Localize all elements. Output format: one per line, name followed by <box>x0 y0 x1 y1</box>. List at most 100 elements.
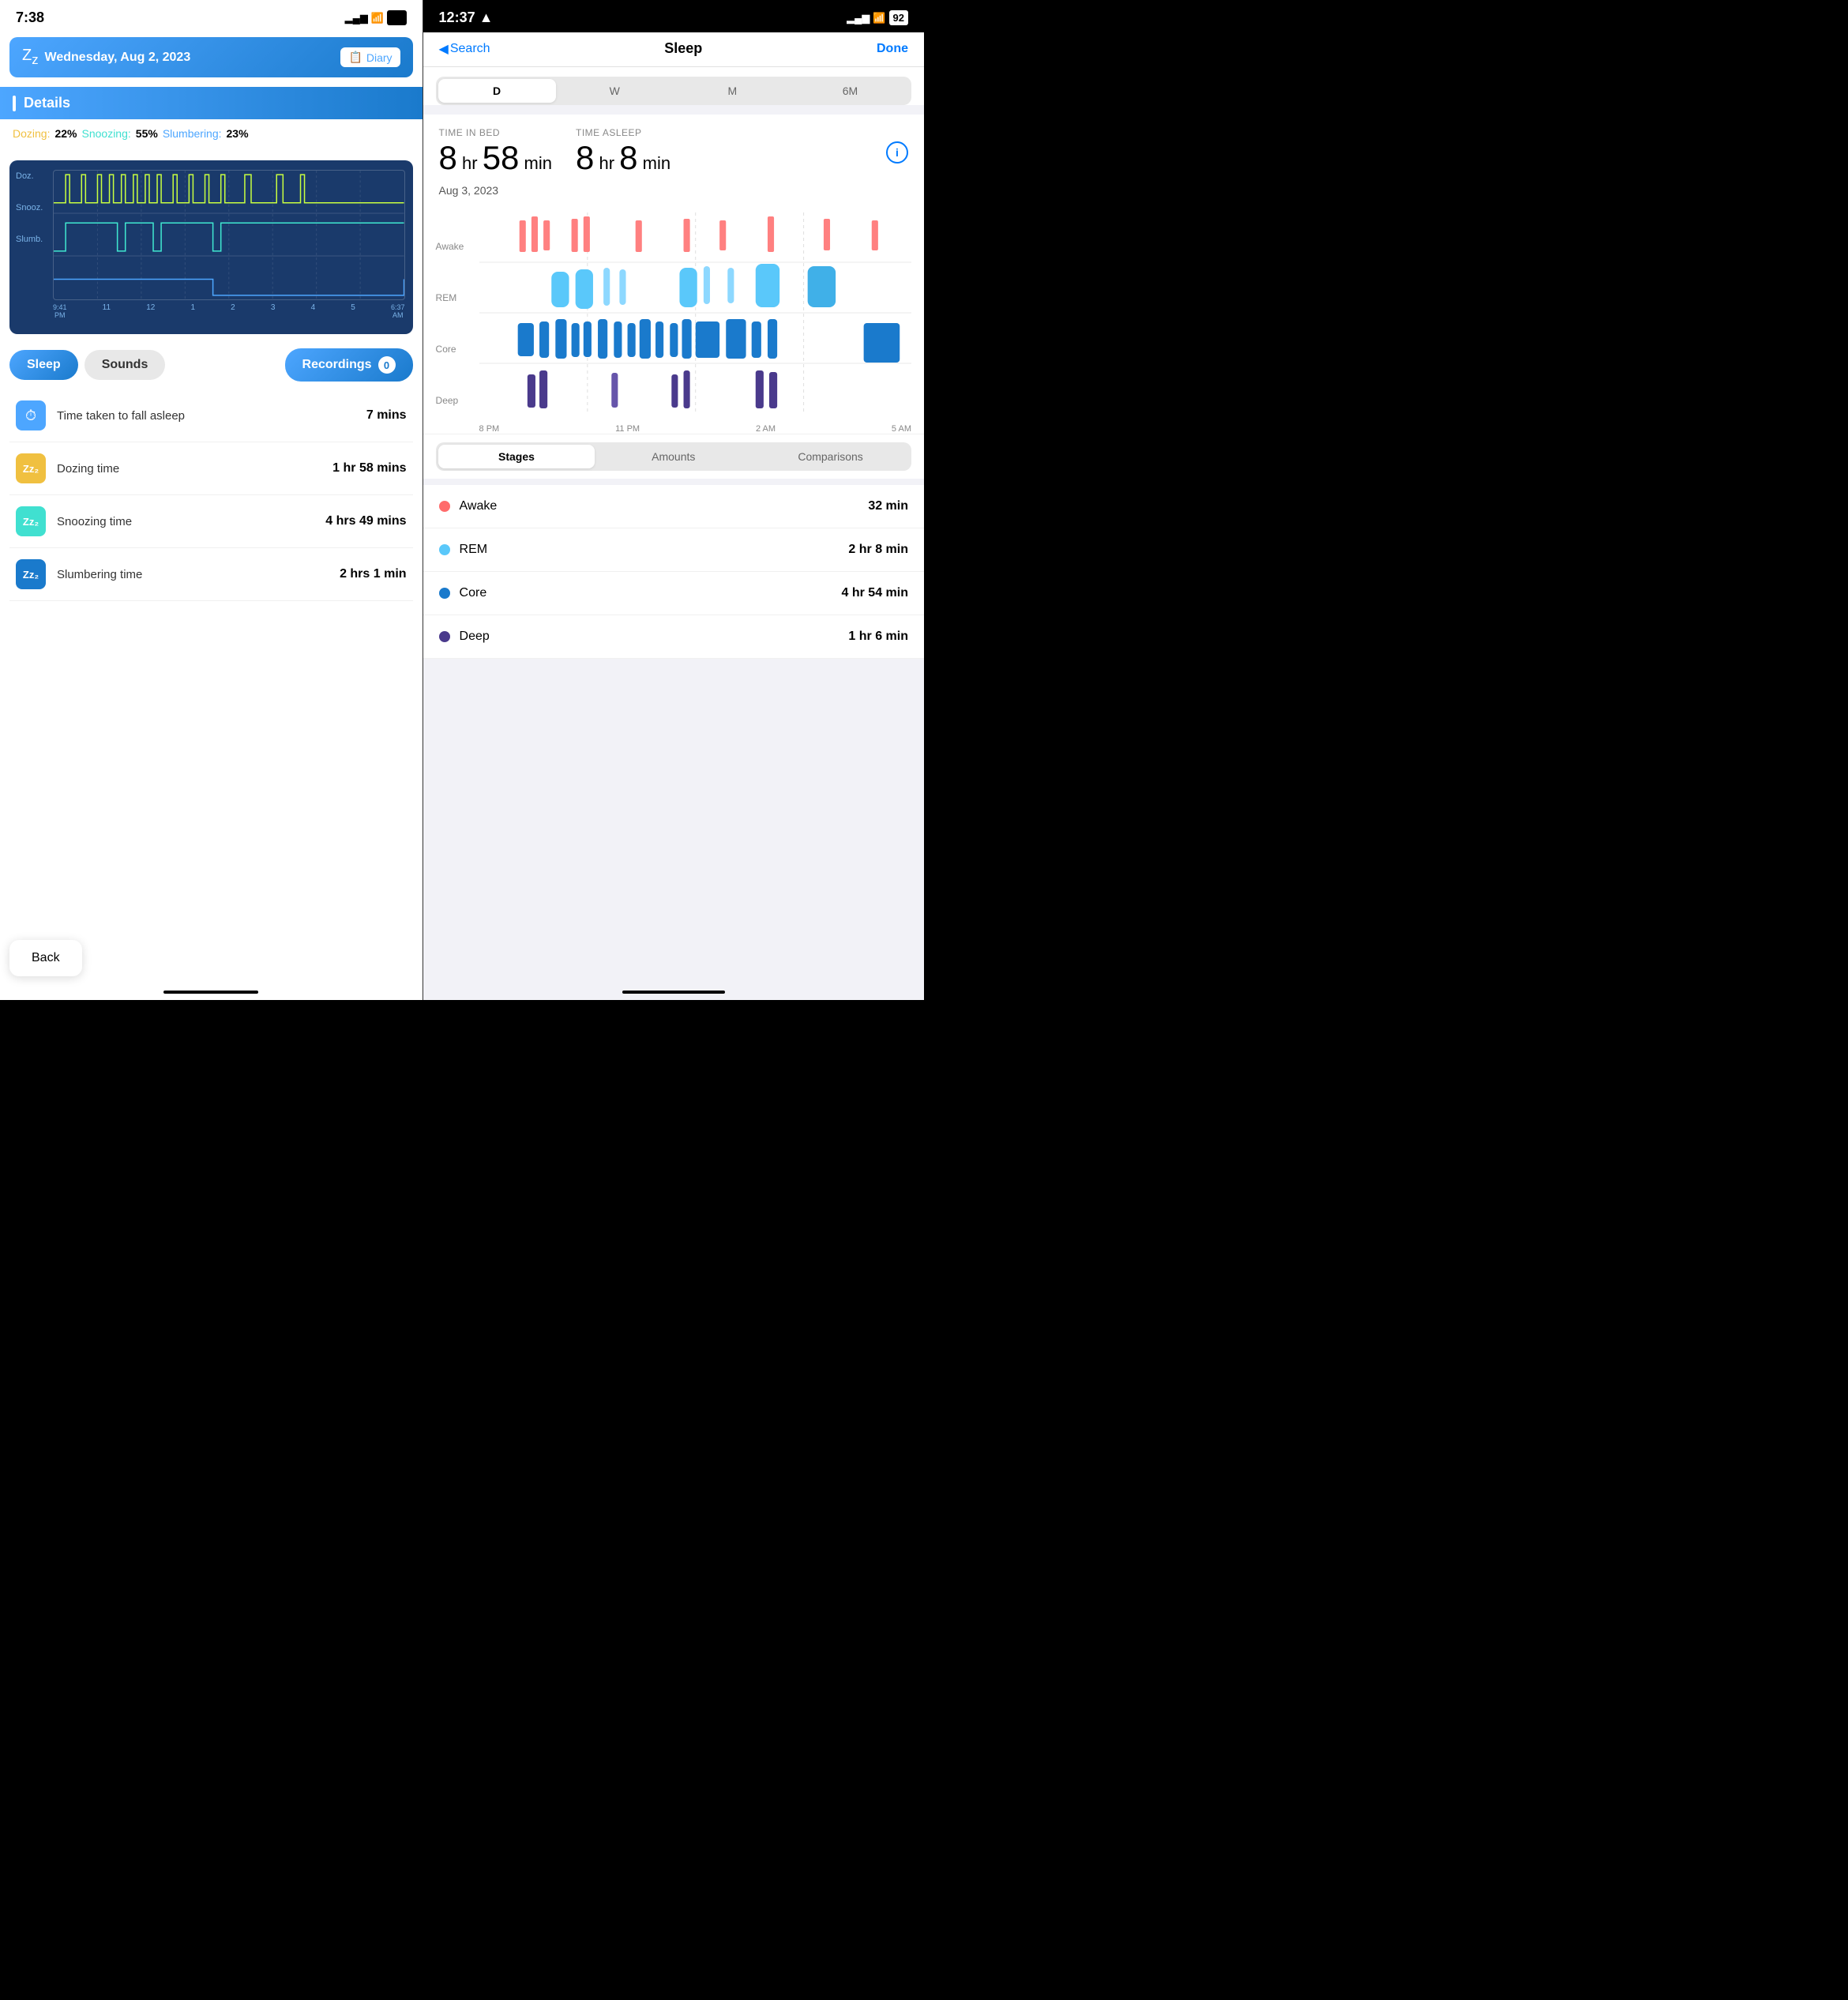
battery-right: 92 <box>889 10 908 25</box>
time-label-7: 5 <box>351 303 355 319</box>
sleep-content[interactable]: D W M 6M TIME IN BED 8 hr 58 min TIME AS… <box>423 67 924 1000</box>
dozing-sleep-icon: Zz₂ <box>23 463 39 475</box>
home-indicator-right <box>622 991 725 994</box>
stage-chart-area: Awake REM Core Deep <box>436 212 911 434</box>
time-axis: 8 PM 11 PM 2 AM 5 AM <box>479 424 911 434</box>
progress-bar <box>0 148 423 154</box>
time-label-3: 1 <box>190 303 195 319</box>
metric-label-1: Dozing time <box>57 462 321 476</box>
time-label-0: 9:41PM <box>53 303 67 319</box>
period-tab-6m[interactable]: 6M <box>791 79 909 103</box>
period-tab-w[interactable]: W <box>556 79 674 103</box>
metric-icon-slumbering: Zz₂ <box>16 559 46 589</box>
left-panel: 7:38 ▂▄▆ 📶 93 Zz Wednesday, Aug 2, 2023 … <box>0 0 423 1000</box>
time-label-1: 11 <box>103 303 111 319</box>
time-axis-5am: 5 AM <box>892 424 911 434</box>
stage-svg <box>479 212 911 414</box>
details-title: Details <box>24 95 70 111</box>
sleep-metrics: ⏱ Time taken to fall asleep 7 mins Zz₂ D… <box>0 389 423 601</box>
info-button[interactable]: i <box>886 141 908 164</box>
metric-value-3: 2 hrs 1 min <box>340 567 406 581</box>
recordings-label: Recordings <box>302 358 372 372</box>
date-header-left: Zz Wednesday, Aug 2, 2023 <box>22 47 190 68</box>
time-asleep-col: TIME ASLEEP 8 hr 8 min <box>576 127 670 178</box>
sleep-icon-header: Zz <box>22 47 39 68</box>
snoozing-sleep-icon: Zz₂ <box>23 516 39 528</box>
battery-left: 93 <box>387 10 406 25</box>
seg-tab-amounts[interactable]: Amounts <box>595 445 752 468</box>
stage-name-rem: REM <box>460 543 849 557</box>
signal-icon-left: ▂▄▆ <box>345 12 368 24</box>
dozing-label: Dozing: <box>13 127 50 140</box>
sleep-tab-button[interactable]: Sleep <box>9 350 78 380</box>
stage-list: Awake 32 min REM 2 hr 8 min Core 4 hr 54… <box>423 485 924 659</box>
wifi-icon-right: 📶 <box>873 12 885 24</box>
summary-date: Aug 3, 2023 <box>423 184 924 206</box>
metric-label-2: Snoozing time <box>57 515 314 528</box>
time-in-bed-min-unit: min <box>519 153 552 173</box>
stage-item-awake: Awake 32 min <box>423 485 924 528</box>
snoozing-label: Snoozing: <box>82 127 131 140</box>
slumbering-sleep-icon: Zz₂ <box>23 569 39 581</box>
nav-done-button[interactable]: Done <box>877 42 908 56</box>
metric-value-1: 1 hr 58 mins <box>332 461 406 476</box>
signal-icon-right: ▂▄▆ <box>847 12 870 24</box>
metric-row-3: Zz₂ Slumbering time 2 hrs 1 min <box>9 548 413 601</box>
stage-label-deep: Deep <box>436 395 475 406</box>
time-in-bed-mins: 58 <box>483 139 520 176</box>
time-asleep-mins: 8 <box>619 139 637 176</box>
nav-back-button[interactable]: ◀ Search <box>439 41 490 57</box>
status-time-left: 7:38 <box>16 9 44 26</box>
stage-label-awake: Awake <box>436 241 475 252</box>
metric-value-2: 4 hrs 49 mins <box>325 514 406 528</box>
recordings-badge: 0 <box>378 356 396 374</box>
period-tab-d[interactable]: D <box>438 79 556 103</box>
seg-tab-comparisons[interactable]: Comparisons <box>752 445 909 468</box>
stage-duration-core: 4 hr 54 min <box>842 586 908 600</box>
time-asleep-label: TIME ASLEEP <box>576 127 670 138</box>
home-indicator-left <box>163 991 258 994</box>
sleep-chart: Doz. Snooz. Slumb. <box>9 160 413 334</box>
time-axis-11pm: 11 PM <box>615 424 640 434</box>
chart-label-doz: Doz. <box>16 171 43 181</box>
stage-item-deep: Deep 1 hr 6 min <box>423 615 924 659</box>
time-label-4: 2 <box>231 303 235 319</box>
status-icons-left: ▂▄▆ 📶 93 <box>345 10 407 25</box>
stage-dot-rem <box>439 544 450 555</box>
chart-label-snooz: Snooz. <box>16 203 43 212</box>
status-bar-right: 12:37 ▲ ▂▄▆ 📶 92 <box>423 0 924 32</box>
seg-tab-stages[interactable]: Stages <box>438 445 595 468</box>
metric-row-2: Zz₂ Snoozing time 4 hrs 49 mins <box>9 495 413 548</box>
back-button[interactable]: Back <box>9 940 82 976</box>
time-asleep-hr-unit: hr <box>594 153 619 173</box>
stage-dot-core <box>439 588 450 599</box>
sleep-stats: Dozing: 22% Snoozing: 55% Slumbering: 23… <box>0 119 423 148</box>
sounds-tab-button[interactable]: Sounds <box>85 350 166 380</box>
time-in-bed-hr-unit: hr <box>457 153 483 173</box>
stage-dot-deep <box>439 631 450 642</box>
stage-label-rem: REM <box>436 292 475 303</box>
stage-name-awake: Awake <box>460 499 869 513</box>
status-time-right: 12:37 ▲ <box>439 9 494 26</box>
time-label-6: 4 <box>311 303 316 319</box>
nav-title: Sleep <box>664 40 702 57</box>
stage-duration-deep: 1 hr 6 min <box>848 630 908 644</box>
time-in-bed-label: TIME IN BED <box>439 127 552 138</box>
wifi-icon-left: 📶 <box>371 12 384 24</box>
period-tab-m[interactable]: M <box>674 79 791 103</box>
time-asleep-min-unit: min <box>638 153 671 173</box>
stage-dot-awake <box>439 501 450 512</box>
sleep-stage-chart: Awake REM Core Deep <box>423 206 924 434</box>
right-panel: 12:37 ▲ ▂▄▆ 📶 92 ◀ Search Sleep Done D W… <box>423 0 924 1000</box>
stage-item-core: Core 4 hr 54 min <box>423 572 924 615</box>
recordings-tab-button[interactable]: Recordings 0 <box>285 348 413 382</box>
metric-value-0: 7 mins <box>366 408 407 423</box>
slumbering-label: Slumbering: <box>163 127 222 140</box>
metric-row-1: Zz₂ Dozing time 1 hr 58 mins <box>9 442 413 495</box>
stage-duration-awake: 32 min <box>868 499 908 513</box>
diary-button[interactable]: 📋 Diary <box>340 47 400 67</box>
sleep-summary: TIME IN BED 8 hr 58 min TIME ASLEEP 8 hr… <box>423 115 924 184</box>
chart-svg <box>54 171 404 299</box>
dozing-value: 22% <box>54 127 77 140</box>
time-label-2: 12 <box>146 303 155 319</box>
